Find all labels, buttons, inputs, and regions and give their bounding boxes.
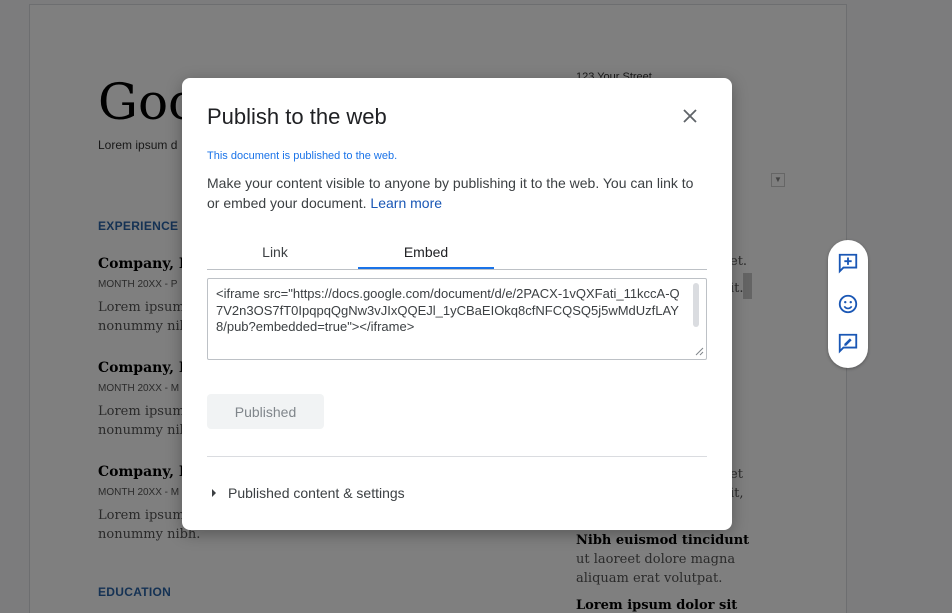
add-comment-icon[interactable] xyxy=(836,251,860,275)
embed-code-textarea[interactable]: <iframe src="https://docs.google.com/doc… xyxy=(207,278,707,360)
learn-more-link[interactable]: Learn more xyxy=(370,195,442,211)
published-button[interactable]: Published xyxy=(207,394,324,429)
dialog-title: Publish to the web xyxy=(207,104,387,129)
side-action-bar xyxy=(828,240,868,368)
publish-status: This document is published to the web. xyxy=(207,150,398,162)
divider xyxy=(207,456,707,457)
settings-label: Published content & settings xyxy=(228,485,405,501)
suggest-edit-icon[interactable] xyxy=(836,331,860,355)
tab-link[interactable]: Link xyxy=(207,244,343,270)
resize-handle-icon[interactable] xyxy=(694,346,704,356)
close-icon xyxy=(683,109,697,123)
published-settings-toggle[interactable]: Published content & settings xyxy=(212,485,405,501)
tab-bar: Link Embed xyxy=(207,238,707,270)
close-button[interactable] xyxy=(680,106,700,126)
publish-dialog: Publish to the web This document is publ… xyxy=(182,78,732,530)
expand-triangle-icon xyxy=(212,489,216,497)
dialog-description: Make your content visible to anyone by p… xyxy=(207,175,694,211)
textarea-scrollbar[interactable] xyxy=(693,283,699,327)
emoji-reaction-icon[interactable] xyxy=(836,292,860,316)
active-tab-indicator xyxy=(358,267,494,269)
